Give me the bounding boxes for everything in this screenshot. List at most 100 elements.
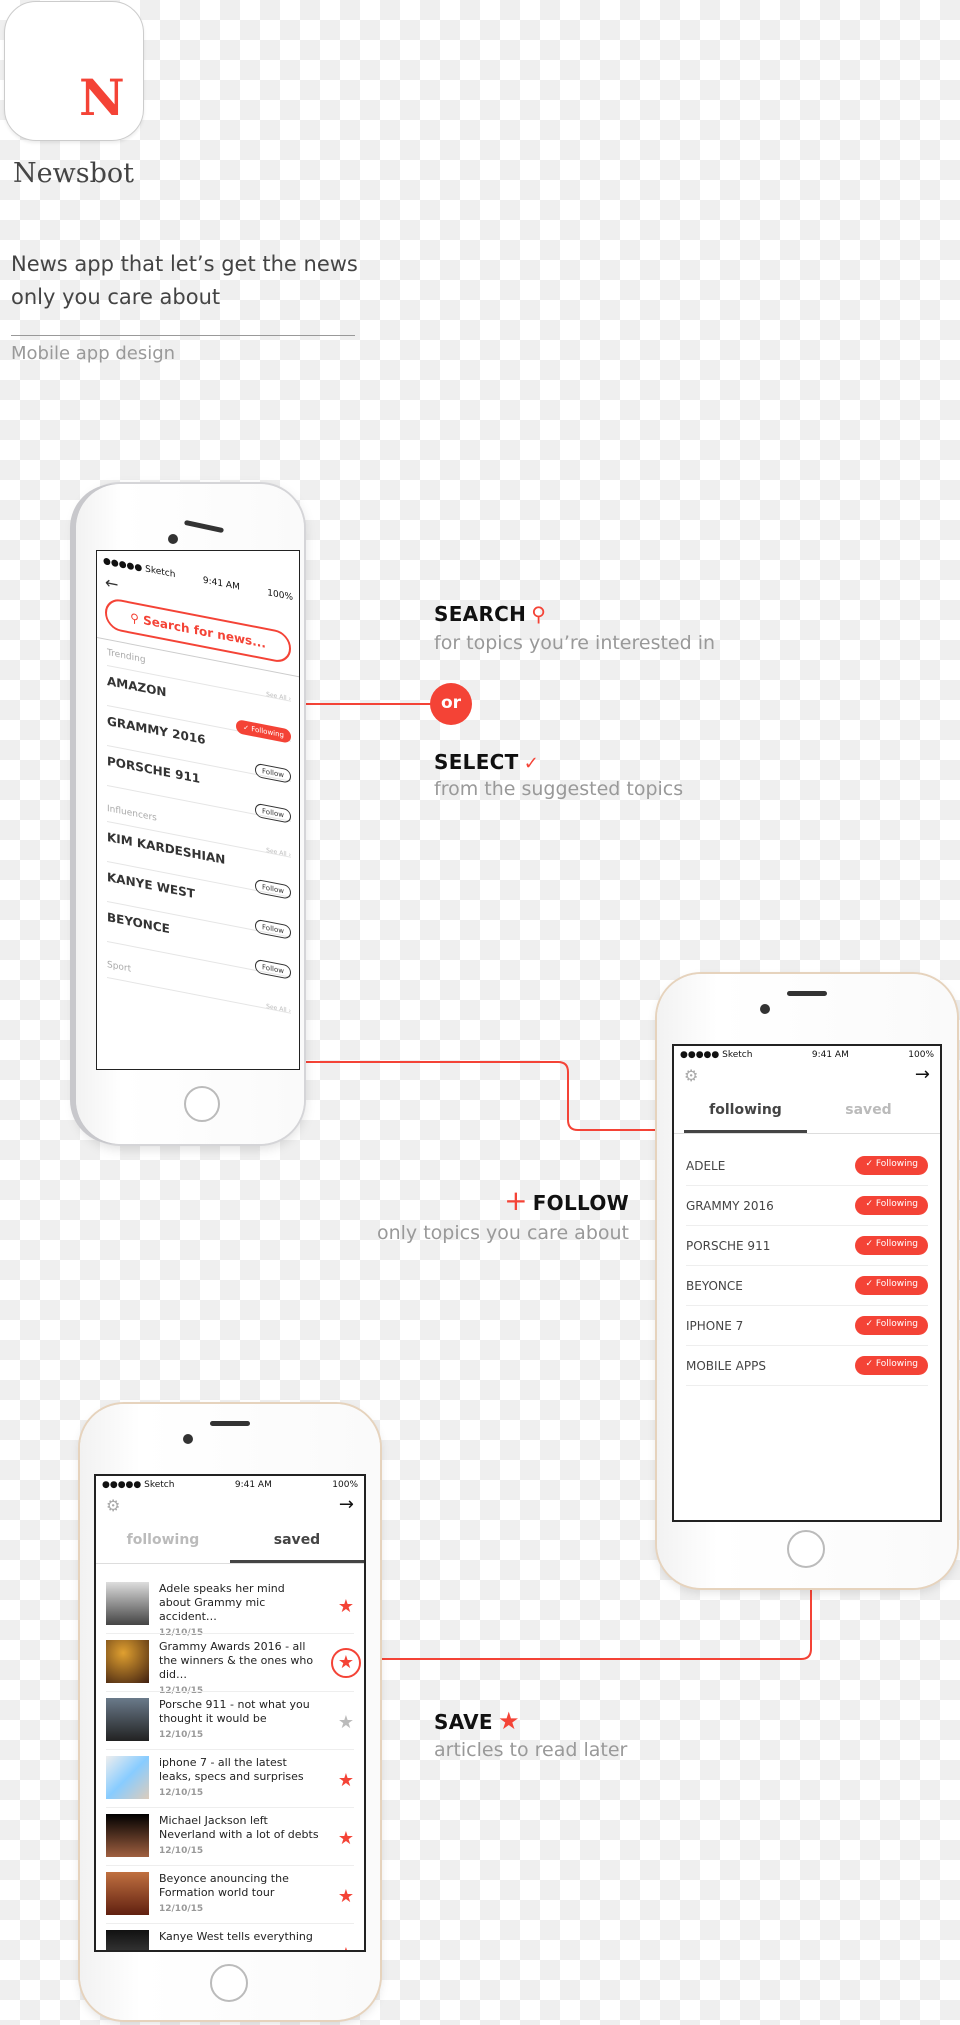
phone-following: ●●●●● Sketch 9:41 AM 100% ⚙ → following sav… xyxy=(657,974,957,1588)
speaker xyxy=(787,991,827,996)
article-thumbnail xyxy=(106,1814,149,1857)
arrow-right-icon[interactable]: → xyxy=(915,1064,930,1085)
following-button[interactable]: ✓ Following xyxy=(855,1156,928,1175)
tab-following[interactable]: following xyxy=(684,1102,807,1133)
article-title: Porsche 911 - not what you thought it wo… xyxy=(159,1698,310,1725)
app-description: News app that let’s get the news only yo… xyxy=(11,252,358,309)
article-thumbnail xyxy=(106,1756,149,1799)
section-title: Influencers xyxy=(107,803,157,824)
star-icon[interactable]: ★ xyxy=(338,1886,354,1907)
camera xyxy=(183,1434,193,1444)
section-title: Trending xyxy=(107,647,146,666)
home-button[interactable] xyxy=(210,1964,248,2002)
article-text: Michael Jackson left Neverland with a lo… xyxy=(159,1808,319,1858)
tab-saved[interactable]: saved xyxy=(230,1532,364,1563)
home-button[interactable] xyxy=(787,1530,825,1568)
star-icon[interactable]: ★ xyxy=(338,1770,354,1791)
topic-row: MOBILE APPS ✓ Following xyxy=(686,1346,928,1386)
star-icon[interactable]: ★ xyxy=(338,1596,354,1617)
search-icon: ⚲ xyxy=(531,602,546,626)
star-icon: ★ xyxy=(497,1707,520,1735)
feature-select: SELECT ✓ xyxy=(434,750,539,774)
carrier: ●●●●● Sketch xyxy=(102,1480,175,1490)
search-screen: ●●●●● Sketch 9:41 AM 100% ← ⚲ Search for n… xyxy=(96,550,300,1070)
star-icon[interactable]: ★ xyxy=(338,1944,354,1950)
following-button[interactable]: ✓ Following xyxy=(855,1276,928,1295)
article-title: Grammy Awards 2016 - all the winners & t… xyxy=(159,1640,314,1681)
article-date: 12/10/15 xyxy=(159,1788,204,1798)
article-date: 12/10/15 xyxy=(159,1904,204,1914)
saved-screen: ●●●●● Sketch 9:41 AM 100% ⚙ → following sav… xyxy=(94,1474,366,1952)
article-date: 12/10/15 xyxy=(159,1730,204,1740)
article-text: iphone 7 - all the latest leaks, specs a… xyxy=(159,1750,319,1800)
following-button[interactable]: ✓ Following xyxy=(855,1236,928,1255)
topic-name: ADELE xyxy=(686,1158,726,1173)
article-title: iphone 7 - all the latest leaks, specs a… xyxy=(159,1756,304,1783)
app-category: Mobile app design xyxy=(11,343,176,364)
camera xyxy=(168,534,178,544)
gear-icon[interactable]: ⚙ xyxy=(106,1496,120,1515)
plus-icon: + xyxy=(504,1184,528,1217)
status-bar: ●●●●● Sketch 9:41 AM 100% xyxy=(674,1050,940,1064)
article-thumbnail xyxy=(106,1698,149,1741)
gear-icon[interactable]: ⚙ xyxy=(684,1066,698,1085)
following-screen: ●●●●● Sketch 9:41 AM 100% ⚙ → following sav… xyxy=(672,1044,942,1522)
feature-search: SEARCH ⚲ xyxy=(434,602,546,626)
star-icon[interactable]: ★ xyxy=(338,1712,354,1733)
feature-title: SAVE xyxy=(434,1710,493,1734)
article-row[interactable]: Porsche 911 - not what you thought it wo… xyxy=(96,1692,364,1750)
article-thumbnail xyxy=(106,1930,149,1950)
check-icon: ✓ xyxy=(523,753,539,774)
battery: 100% xyxy=(332,1480,358,1490)
topic-row: IPHONE 7 ✓ Following xyxy=(686,1306,928,1346)
article-text: Adele speaks her mind about Grammy mic a… xyxy=(159,1576,319,1640)
tab-bar: following saved xyxy=(674,1102,940,1134)
home-button[interactable] xyxy=(184,1086,220,1122)
topic-name: BEYONCE xyxy=(107,909,170,937)
star-icon[interactable]: ★ xyxy=(331,1648,361,1678)
article-text: Beyonce anouncing the Formation world to… xyxy=(159,1866,319,1916)
phone-search: ●●●●● Sketch 9:41 AM 100% ← ⚲ Search for n… xyxy=(76,484,304,1144)
article-text: Kanye West tells everything xyxy=(159,1924,319,1944)
following-button[interactable]: ✓ Following xyxy=(855,1196,928,1215)
divider xyxy=(11,335,355,336)
feature-title: SELECT xyxy=(434,750,519,774)
article-row[interactable]: iphone 7 - all the latest leaks, specs a… xyxy=(96,1750,364,1808)
feature-title: SEARCH xyxy=(434,602,527,626)
back-arrow-icon[interactable]: ← xyxy=(105,573,118,595)
article-text: Porsche 911 - not what you thought it wo… xyxy=(159,1692,319,1742)
tab-following[interactable]: following xyxy=(96,1532,230,1563)
feature-save: SAVE ★ xyxy=(434,1707,519,1735)
topic-name: AMAZON xyxy=(107,673,167,700)
tab-saved[interactable]: saved xyxy=(807,1102,930,1133)
arrow-right-icon[interactable]: → xyxy=(339,1494,354,1515)
article-row[interactable]: Kanye West tells everything ★ xyxy=(96,1924,364,1950)
see-all-link[interactable]: See All › xyxy=(266,1003,291,1015)
connector-line xyxy=(304,703,434,705)
article-text: Grammy Awards 2016 - all the winners & t… xyxy=(159,1634,319,1698)
topic-name: GRAMMY 2016 xyxy=(686,1198,774,1213)
feature-subtitle: articles to read later xyxy=(434,1739,628,1761)
follow-button[interactable]: Follow xyxy=(255,802,291,824)
topic-name: MOBILE APPS xyxy=(686,1358,766,1373)
article-row[interactable]: Beyonce anouncing the Formation world to… xyxy=(96,1866,364,1924)
topic-name: IPHONE 7 xyxy=(686,1318,744,1333)
article-row[interactable]: Michael Jackson left Neverland with a lo… xyxy=(96,1808,364,1866)
section-title: Sport xyxy=(107,959,132,975)
following-button[interactable]: ✓ Following xyxy=(855,1316,928,1335)
feature-follow: + FOLLOW xyxy=(504,1187,629,1216)
time: 9:41 AM xyxy=(234,1480,272,1490)
speaker xyxy=(210,1421,250,1426)
topic-row: ADELE ✓ Following xyxy=(686,1146,928,1186)
article-row[interactable]: Grammy Awards 2016 - all the winners & t… xyxy=(96,1634,364,1696)
star-icon[interactable]: ★ xyxy=(338,1828,354,1849)
app-icon: N xyxy=(4,1,144,141)
follow-button[interactable]: Follow xyxy=(255,958,291,980)
feature-subtitle: from the suggested topics xyxy=(434,778,684,800)
following-button[interactable]: ✓ Following xyxy=(855,1356,928,1375)
carrier: ●●●●● Sketch xyxy=(680,1050,753,1060)
article-title: Michael Jackson left Neverland with a lo… xyxy=(159,1814,319,1841)
article-date: 12/10/15 xyxy=(159,1846,204,1856)
feature-subtitle: only topics you care about xyxy=(376,1222,629,1244)
article-row[interactable]: Adele speaks her mind about Grammy mic a… xyxy=(96,1576,364,1638)
